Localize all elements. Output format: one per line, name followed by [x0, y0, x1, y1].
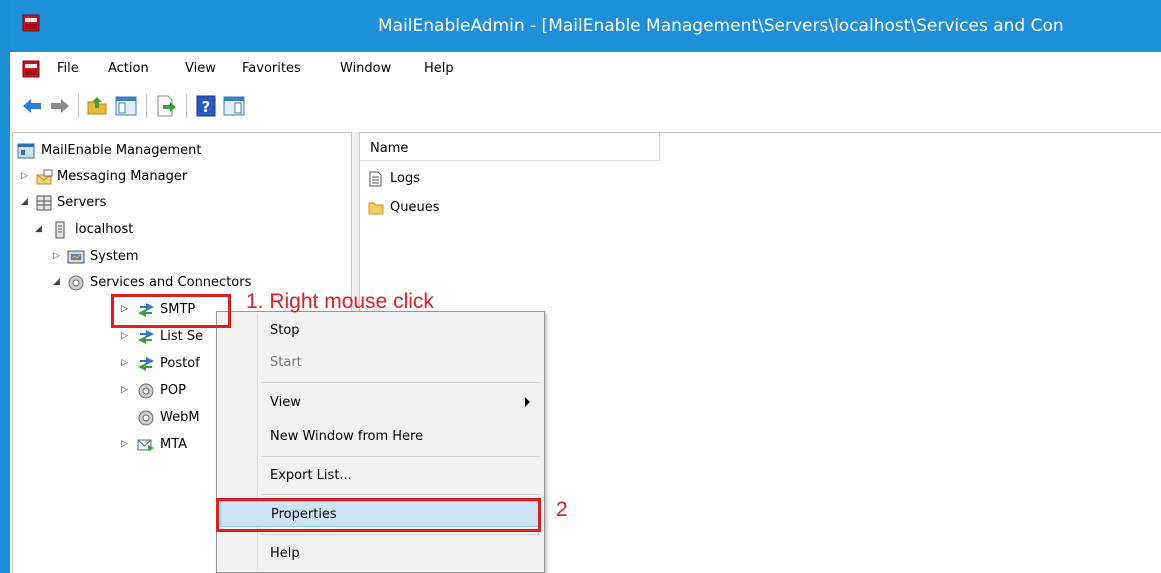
tree-item-label: Services and Connectors — [90, 275, 252, 290]
menu-item-start[interactable]: Start — [220, 350, 540, 376]
server-icon — [55, 221, 65, 239]
menu-item-label: Export List... — [270, 468, 352, 483]
list-item-label: Logs — [390, 171, 420, 186]
toolbar-separator — [146, 94, 147, 118]
title-bar[interactable]: MailEnableAdmin - [MailEnable Management… — [10, 0, 1161, 52]
export-list-icon[interactable] — [154, 94, 178, 118]
collapse-arrow-icon[interactable]: ◢ — [53, 277, 63, 287]
tree-item-label: Servers — [57, 195, 107, 210]
list-item-queues[interactable]: Queues — [368, 197, 568, 221]
show-hide-tree-icon[interactable] — [114, 94, 138, 118]
menu-file[interactable]: File — [57, 61, 79, 76]
tree-item-servers[interactable]: ◢ Servers — [13, 190, 343, 216]
menu-action[interactable]: Action — [108, 61, 149, 76]
menu-item-stop[interactable]: Stop — [220, 318, 540, 344]
menu-separator — [261, 494, 540, 495]
list-item-logs[interactable]: Logs — [368, 168, 568, 192]
menu-item-export-list[interactable]: Export List... — [220, 463, 540, 489]
menu-separator — [261, 534, 540, 535]
tree-item-label: WebM — [160, 410, 200, 425]
expand-arrow-icon[interactable]: ▷ — [121, 331, 131, 341]
tree-item-mailenable-management[interactable]: MailEnable Management — [13, 138, 343, 164]
annotation-step-2: 2 — [556, 498, 568, 521]
tree-item-postoffice-connector[interactable]: ▷ Postof — [13, 351, 213, 377]
tree-item-label: MailEnable Management — [41, 143, 202, 158]
management-console-icon — [17, 143, 35, 159]
folder-icon — [368, 202, 384, 215]
up-folder-icon[interactable] — [86, 94, 110, 118]
menu-item-label: New Window from Here — [270, 429, 424, 444]
mta-envelope-icon — [137, 439, 154, 451]
menu-item-label: View — [270, 395, 301, 410]
menu-help[interactable]: Help — [424, 61, 454, 76]
help-icon[interactable]: ? — [194, 94, 218, 118]
tree-item-label: POP — [160, 383, 186, 398]
menu-item-new-window-from-here[interactable]: New Window from Here — [220, 424, 540, 450]
mailenable-icon[interactable] — [22, 14, 40, 32]
gear-icon — [138, 383, 154, 399]
window-title: MailEnableAdmin - [MailEnable Management… — [378, 16, 1064, 36]
expand-arrow-icon[interactable]: ▷ — [121, 358, 131, 368]
tree-item-label: System — [90, 249, 139, 264]
expand-arrow-icon[interactable]: ▷ — [21, 171, 31, 181]
menu-window[interactable]: Window — [340, 61, 391, 76]
expand-arrow-icon[interactable]: ▷ — [121, 385, 131, 395]
toolbar: ? — [10, 86, 1161, 126]
list-item-label: Queues — [390, 200, 440, 215]
mail-envelope-icon — [36, 169, 53, 185]
menu-favorites[interactable]: Favorites — [242, 61, 301, 76]
column-header-label: Name — [370, 141, 409, 156]
collapse-arrow-icon[interactable]: ◢ — [21, 197, 31, 207]
forward-arrow-icon[interactable] — [48, 94, 72, 118]
tree-item-label: MTA — [160, 437, 188, 452]
expand-arrow-icon[interactable]: ▷ — [121, 439, 131, 449]
document-icon — [369, 171, 382, 187]
back-arrow-icon[interactable] — [20, 94, 44, 118]
connector-arrows-icon — [138, 357, 154, 371]
tree-item-webmail[interactable]: WebM — [13, 405, 213, 431]
toolbar-separator — [78, 94, 79, 118]
menu-separator — [261, 382, 540, 383]
tree-item-localhost[interactable]: ◢ localhost — [13, 217, 343, 243]
connector-arrows-icon — [138, 330, 154, 344]
menu-separator — [261, 456, 540, 457]
tree-item-label: Messaging Manager — [57, 169, 188, 184]
tree-item-label: List Se — [160, 329, 204, 344]
menu-bar: File Action View Favorites Window Help — [10, 52, 1161, 86]
annotation-box-properties — [216, 498, 541, 532]
svg-text:?: ? — [202, 98, 211, 116]
window-edge — [0, 0, 10, 573]
collapse-arrow-icon[interactable]: ◢ — [35, 224, 45, 234]
servers-icon — [36, 195, 52, 211]
gear-icon — [138, 410, 154, 426]
tree-item-label: localhost — [75, 222, 134, 237]
expand-arrow-icon[interactable]: ▷ — [53, 251, 63, 261]
submenu-arrow-icon — [525, 397, 530, 407]
menu-item-label: Help — [270, 546, 300, 561]
tree-item-pop[interactable]: ▷ POP — [13, 378, 213, 404]
tree-item-label: Postof — [160, 356, 200, 371]
context-menu: Stop Start View New Window from Here Exp… — [216, 311, 545, 573]
gear-icon — [68, 275, 84, 291]
tree-item-messaging-manager[interactable]: ▷ Messaging Manager — [13, 164, 343, 190]
menu-item-label: Start — [270, 355, 302, 370]
menu-item-label: Stop — [270, 323, 300, 338]
mailenable-icon[interactable] — [22, 60, 40, 78]
annotation-box-smtp — [111, 294, 231, 328]
annotation-step-1: 1. Right mouse click — [246, 290, 434, 313]
column-header-name[interactable]: Name — [360, 133, 660, 161]
show-hide-action-pane-icon[interactable] — [222, 94, 246, 118]
menu-view[interactable]: View — [185, 61, 216, 76]
menu-item-view[interactable]: View — [220, 390, 540, 416]
toolbar-separator — [186, 94, 187, 118]
tree-item-system[interactable]: ▷ System — [13, 244, 343, 270]
tree-item-mta[interactable]: ▷ MTA — [13, 432, 213, 458]
system-icon — [67, 250, 85, 264]
menu-item-help[interactable]: Help — [220, 541, 540, 567]
